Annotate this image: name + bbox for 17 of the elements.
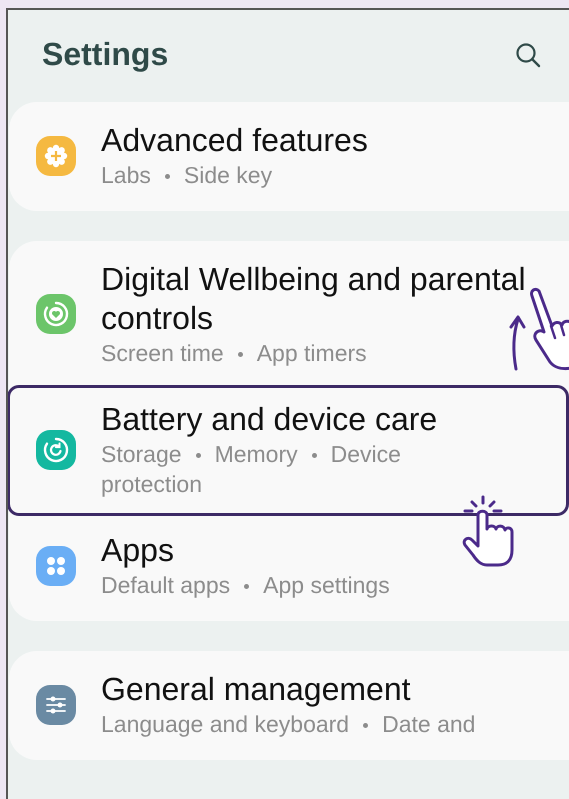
item-title: Advanced features [101, 121, 369, 160]
item-title: Apps [101, 531, 175, 570]
item-subtitle: Language and keyboard Date and [101, 710, 476, 739]
item-title: Battery and device care [101, 400, 438, 439]
item-subtitle: Labs Side key [101, 161, 274, 190]
settings-item[interactable]: Digital Wellbeing and parental controls Screen time App timers [8, 245, 569, 385]
settings-item[interactable]: Battery and device care Storage Memory Device protection [8, 385, 569, 516]
item-subtitle: Storage Memory Device protection [101, 440, 402, 499]
settings-item[interactable]: Apps Default apps App settings [8, 516, 569, 617]
item-title: General management [101, 670, 412, 709]
settings-item[interactable]: Advanced features Labs Side key [8, 106, 569, 207]
search-icon[interactable] [515, 42, 541, 68]
item-subtitle: Screen time App timers [101, 339, 368, 368]
item-subtitle: Default apps App settings [101, 571, 391, 600]
page-title: Settings [42, 36, 168, 73]
settings-item[interactable]: General management Language and keyboard Date and [8, 655, 569, 756]
item-title: Digital Wellbeing and parental controls [101, 260, 527, 338]
